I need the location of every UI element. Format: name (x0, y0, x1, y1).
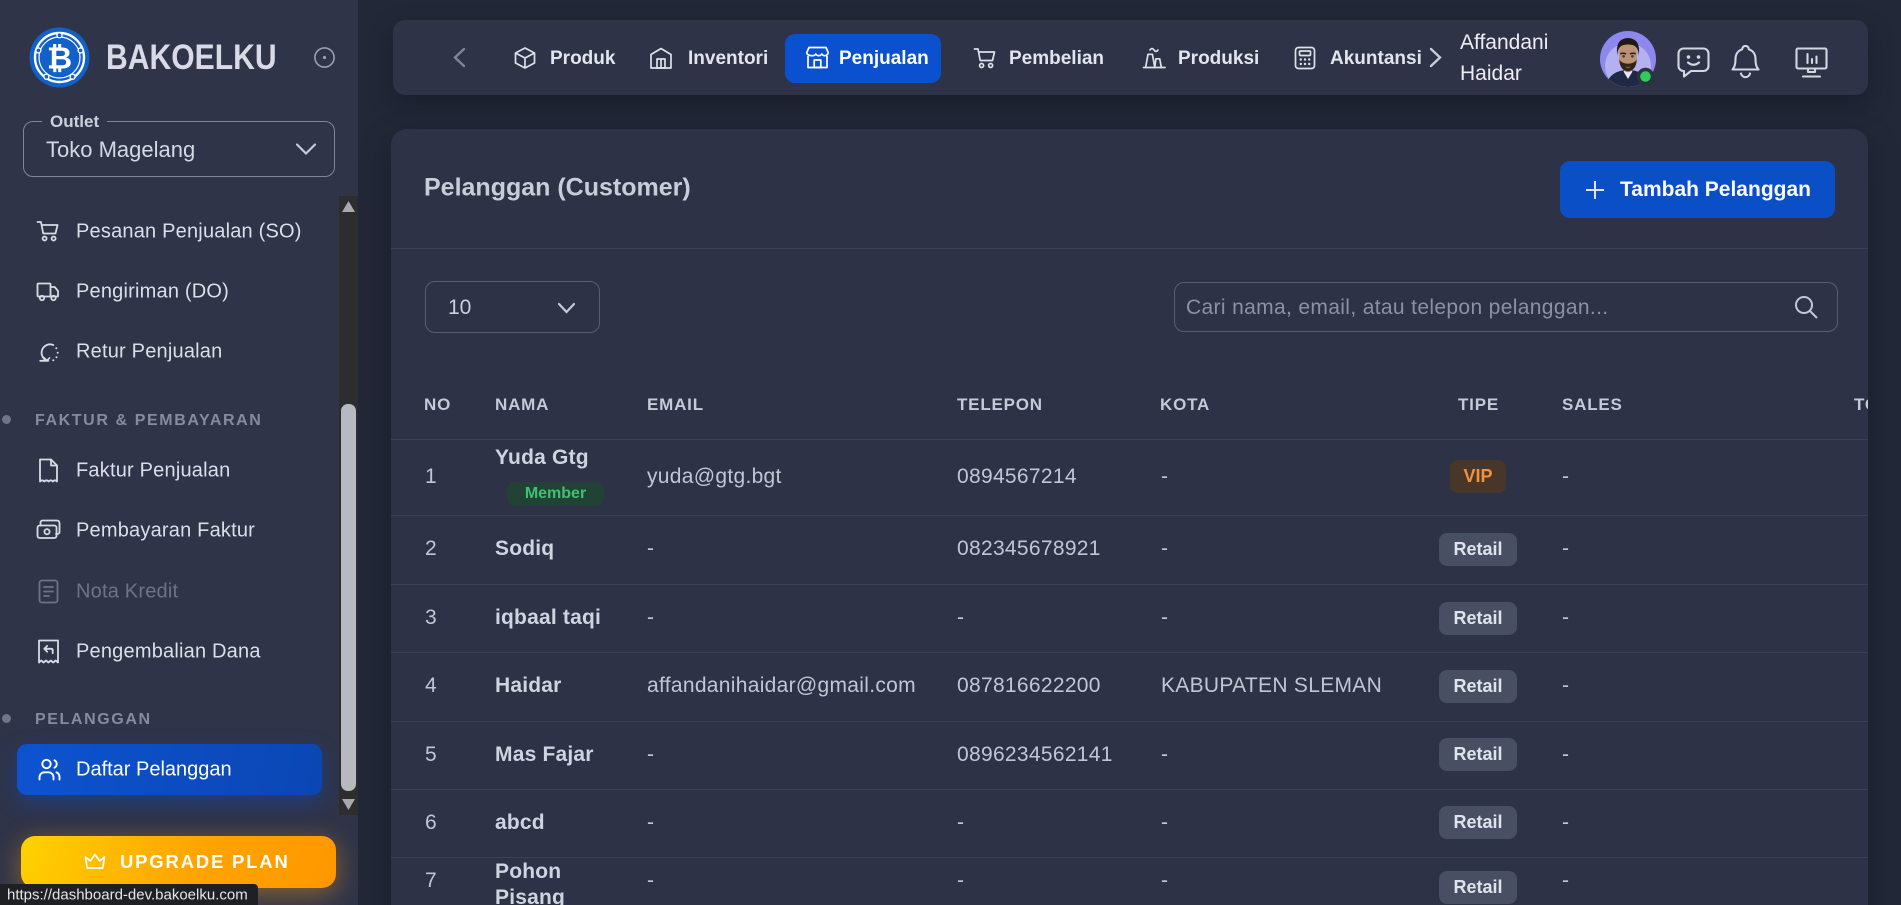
svg-text:₿: ₿ (47, 41, 72, 76)
